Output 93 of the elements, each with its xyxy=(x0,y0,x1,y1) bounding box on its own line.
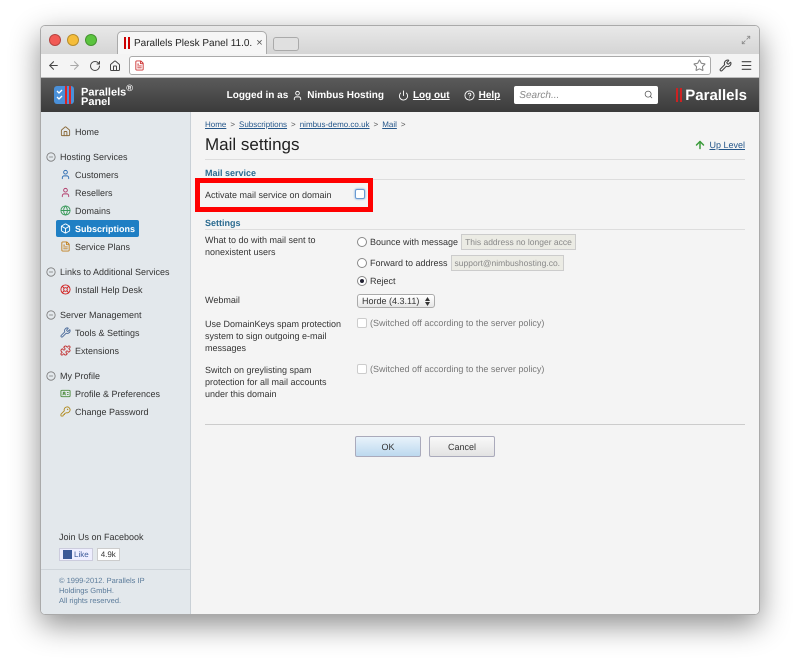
field-label: Webmail xyxy=(205,294,241,307)
radio-label: Forward to address xyxy=(370,258,448,268)
brand-bars-icon xyxy=(676,88,684,102)
help-icon[interactable] xyxy=(464,90,475,100)
wrench-icon[interactable] xyxy=(719,59,732,72)
document-icon xyxy=(60,241,71,252)
collapse-icon[interactable] xyxy=(46,310,56,320)
section-heading: Mail service xyxy=(205,160,745,180)
breadcrumb-separator: > xyxy=(374,120,378,129)
cancel-button[interactable]: Cancel xyxy=(429,436,495,457)
like-count: 4.9k xyxy=(96,548,120,561)
fullscreen-icon[interactable] xyxy=(741,35,751,45)
field-label: Switch on greylisting spam protection for all mail accounts under this domain xyxy=(205,364,328,400)
sidebar-item[interactable]: Domains xyxy=(56,202,115,219)
ok-button[interactable]: OK xyxy=(355,436,421,457)
field-label: Activate mail service on domain xyxy=(205,189,333,201)
tab-favicon-icon xyxy=(124,37,130,49)
sidebar-item[interactable]: Home xyxy=(56,123,104,140)
sidebar-item[interactable]: Tools & Settings xyxy=(56,324,144,341)
brand-name: Parallels xyxy=(685,86,747,104)
collapse-icon[interactable] xyxy=(46,152,56,162)
close-window-icon[interactable] xyxy=(49,34,61,46)
user-icon xyxy=(60,169,71,180)
breadcrumb-link[interactable]: Home xyxy=(205,120,226,129)
reload-icon[interactable] xyxy=(89,60,101,72)
user-icon xyxy=(60,187,71,198)
sidebar-item[interactable]: Profile & Preferences xyxy=(56,385,164,402)
wrench-icon xyxy=(60,327,71,338)
sidebar-item[interactable]: Service Plans xyxy=(56,238,134,255)
back-icon[interactable] xyxy=(47,59,60,72)
logged-in-label: Logged in as xyxy=(226,90,288,100)
breadcrumb-link[interactable]: Mail xyxy=(382,120,397,129)
radio-label: Reject xyxy=(370,276,396,286)
browser-tab[interactable]: Parallels Plesk Panel 11.0. × xyxy=(117,31,267,54)
mail-service-checkbox[interactable] xyxy=(355,189,365,199)
key-icon xyxy=(60,406,71,417)
sidebar-item[interactable]: Subscriptions xyxy=(56,220,140,237)
section-heading: Settings xyxy=(205,210,745,230)
breadcrumb-separator: > xyxy=(400,120,406,129)
field-label: Use DomainKeys spam protection system to sign outgoing e-mail messages xyxy=(205,318,342,354)
id-card-icon xyxy=(60,388,71,399)
help-link[interactable]: Help xyxy=(478,90,500,100)
field-label: What to do with mail sent to nonexistent users xyxy=(205,234,317,259)
address-field[interactable] xyxy=(129,56,711,75)
up-arrow-icon[interactable] xyxy=(694,139,706,151)
up-level-link[interactable]: Up Level xyxy=(709,140,745,150)
minimize-window-icon[interactable] xyxy=(67,34,79,46)
breadcrumb-separator: > xyxy=(291,120,296,129)
logo-icon xyxy=(53,84,77,106)
select-arrows-icon xyxy=(425,296,430,306)
tab-close[interactable]: × xyxy=(256,37,263,49)
checkbox-note: (Switched off according to the server policy) xyxy=(370,364,544,374)
breadcrumb-separator: > xyxy=(230,120,236,129)
box-icon xyxy=(60,223,71,234)
home-icon xyxy=(60,126,71,137)
radio-button[interactable] xyxy=(357,237,367,247)
page-title: Mail settings xyxy=(205,135,300,155)
lifebuoy-icon xyxy=(60,284,71,295)
menu-icon[interactable] xyxy=(740,59,753,72)
sidebar-item[interactable]: Install Help Desk xyxy=(56,281,147,298)
checkbox-note: (Switched off according to the server policy) xyxy=(370,318,544,328)
user-icon xyxy=(292,90,304,100)
sidebar-group[interactable]: Server Management xyxy=(41,306,190,323)
forward-icon[interactable] xyxy=(68,59,81,72)
like-button[interactable]: Like xyxy=(59,548,93,561)
breadcrumb-link[interactable]: nimbus-demo.co.uk xyxy=(300,120,370,129)
radio-button[interactable] xyxy=(357,276,367,286)
logo-subtext: Panel xyxy=(81,97,112,108)
radio-label: Bounce with message xyxy=(370,237,458,247)
bookmark-star-icon[interactable] xyxy=(693,59,706,72)
sidebar-item[interactable]: Customers xyxy=(56,166,123,183)
radio-button[interactable] xyxy=(357,258,367,268)
facebook-title: Join Us on Facebook xyxy=(59,532,145,542)
logo-text: Parallels$^{®}$ xyxy=(81,82,134,98)
search-icon[interactable] xyxy=(644,90,654,99)
power-icon[interactable] xyxy=(398,90,409,100)
globe-icon xyxy=(60,205,71,216)
sidebar-item[interactable]: Change Password xyxy=(56,403,153,420)
sidebar-group[interactable]: Links to Additional Services xyxy=(41,263,190,280)
sidebar-group[interactable]: Hosting Services xyxy=(41,148,190,165)
sidebar-group[interactable]: My Profile xyxy=(41,367,190,384)
collapse-icon[interactable] xyxy=(46,370,56,380)
sidebar-item[interactable]: Extensions xyxy=(56,342,124,359)
user-name: Nimbus Hosting xyxy=(307,90,384,100)
search-field[interactable]: Search... xyxy=(514,86,658,104)
home-icon[interactable] xyxy=(109,60,121,72)
puzzle-icon xyxy=(60,345,71,356)
webmail-select[interactable]: Horde (4.3.11) xyxy=(357,294,436,308)
collapse-icon[interactable] xyxy=(46,266,56,276)
zoom-window-icon[interactable] xyxy=(85,34,97,46)
breadcrumb-link[interactable]: Subscriptions xyxy=(239,120,288,129)
logout-link[interactable]: Log out xyxy=(412,90,450,100)
sidebar-item[interactable]: Resellers xyxy=(56,184,117,201)
